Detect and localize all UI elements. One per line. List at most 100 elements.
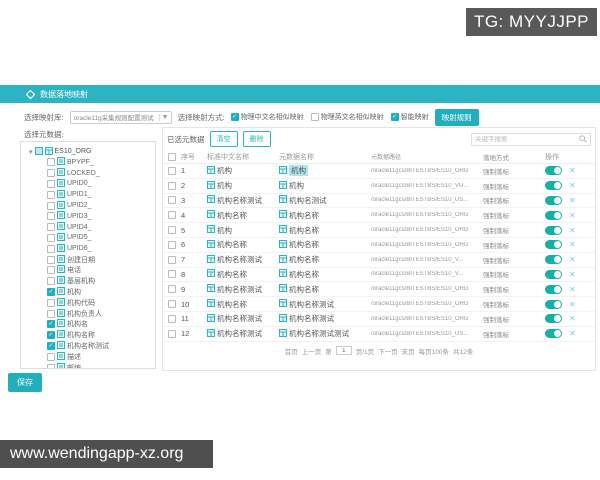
checkbox-icon[interactable] bbox=[47, 179, 55, 188]
checkbox-icon[interactable] bbox=[47, 298, 55, 307]
tree-item[interactable]: UPID2_ bbox=[29, 200, 155, 211]
pagination-last[interactable]: 末页 bbox=[402, 346, 415, 356]
checkbox-icon[interactable] bbox=[47, 212, 55, 221]
checkbox-icon[interactable]: ✓ bbox=[47, 287, 55, 296]
tree-item[interactable]: 描述 bbox=[29, 351, 155, 362]
row-checkbox[interactable] bbox=[163, 270, 181, 279]
checkbox-icon[interactable] bbox=[47, 352, 55, 361]
remove-row-icon[interactable]: ✕ bbox=[569, 211, 576, 220]
remove-row-icon[interactable]: ✕ bbox=[569, 181, 576, 190]
pagination-first[interactable]: 首页 bbox=[285, 346, 298, 356]
tree-item[interactable]: ✓ 机构名称 bbox=[29, 330, 155, 341]
row-checkbox[interactable] bbox=[163, 300, 181, 309]
checkbox-icon[interactable]: ✓ bbox=[47, 320, 55, 329]
toggle-on-switch[interactable] bbox=[545, 225, 562, 235]
checkbox-icon[interactable] bbox=[47, 244, 55, 253]
library-select[interactable]: oracle11g采集规则配置测试 ▼ bbox=[69, 110, 172, 124]
table-row[interactable]: 8 机构名称 机构名称 /oracle11gcs/BITESTBS/ES10_V… bbox=[163, 268, 595, 283]
tree-item[interactable]: 创建日期 bbox=[29, 254, 155, 265]
remove-row-icon[interactable]: ✕ bbox=[569, 300, 576, 309]
tree-item[interactable]: ✓ 机构名称测试 bbox=[29, 340, 155, 352]
tree-item[interactable]: 机构负责人 bbox=[29, 308, 155, 319]
table-row[interactable]: 12 机构名称测试 机构名称测试测试 /oracle11gcs/BITESTBS… bbox=[163, 327, 595, 342]
tree-item[interactable]: 基层机构 bbox=[29, 276, 155, 287]
table-row[interactable]: 7 机构名称测试 机构名称 /oracle11gcs/BITESTBS/ES10… bbox=[163, 253, 595, 268]
remove-row-icon[interactable]: ✕ bbox=[569, 285, 576, 294]
tree-item[interactable]: BPYPF_ bbox=[29, 157, 155, 168]
delete-button[interactable]: 删除 bbox=[242, 131, 271, 147]
remove-row-icon[interactable]: ✕ bbox=[569, 166, 576, 175]
row-checkbox[interactable] bbox=[163, 211, 181, 220]
table-row[interactable]: 11 机构名称测试 机构名称测试 /oracle11gcs/BITESTBS/E… bbox=[163, 312, 595, 327]
table-row[interactable]: 5 机构 机构名称 /oracle11gcs/BITESTBS/ES10_ORG… bbox=[163, 223, 595, 238]
toggle-on-switch[interactable] bbox=[545, 255, 562, 265]
row-checkbox[interactable] bbox=[163, 226, 181, 235]
row-checkbox[interactable] bbox=[163, 240, 181, 249]
checkbox-icon[interactable] bbox=[47, 266, 55, 275]
checkbox-icon[interactable] bbox=[47, 201, 55, 210]
remove-row-icon[interactable]: ✕ bbox=[569, 255, 576, 264]
tree-item[interactable]: UPID4_ bbox=[29, 222, 155, 233]
clear-button[interactable]: 清空 bbox=[209, 131, 238, 147]
checkbox-icon[interactable]: ✓ bbox=[390, 113, 399, 121]
mapping-mode-checkbox[interactable]: 物理英文名相似映射 bbox=[310, 112, 384, 122]
toggle-on-switch[interactable] bbox=[545, 181, 562, 191]
tree-item[interactable]: 机构代码 bbox=[29, 297, 155, 308]
save-button[interactable]: 保存 bbox=[8, 373, 42, 392]
remove-row-icon[interactable]: ✕ bbox=[569, 226, 576, 235]
table-row[interactable]: 6 机构名称 机构名称 /oracle11gcs/BITESTBS/ES10_O… bbox=[163, 238, 595, 253]
checkbox-icon[interactable] bbox=[47, 223, 55, 232]
table-row[interactable]: 4 机构名称 机构名称 /oracle11gcs/BITESTBS/ES10_O… bbox=[163, 208, 595, 224]
remove-row-icon[interactable]: ✕ bbox=[569, 196, 576, 205]
caret-down-icon[interactable]: ▾ bbox=[29, 148, 33, 156]
toggle-on-switch[interactable] bbox=[545, 195, 562, 205]
checkbox-icon[interactable]: ✓ bbox=[230, 113, 239, 121]
row-checkbox[interactable] bbox=[163, 314, 181, 323]
checkbox-icon[interactable] bbox=[47, 190, 55, 199]
toggle-on-switch[interactable] bbox=[545, 240, 562, 250]
table-row[interactable]: 9 机构名称测试 机构名称 /oracle11gcs/BITESTBS/ES10… bbox=[163, 282, 595, 298]
pagination-prev[interactable]: 上一页 bbox=[302, 346, 322, 356]
remove-row-icon[interactable]: ✕ bbox=[569, 270, 576, 279]
checkbox-icon[interactable]: ✓ bbox=[47, 341, 55, 350]
tree-item[interactable]: 电话 bbox=[29, 265, 155, 276]
mapping-mode-checkbox[interactable]: ✓ 物理中文名相似映射 bbox=[230, 112, 304, 122]
tree-item[interactable]: 邮编 bbox=[29, 362, 155, 368]
checkbox-icon[interactable] bbox=[47, 277, 55, 286]
checkbox-icon[interactable] bbox=[47, 363, 55, 368]
mapping-mode-checkbox[interactable]: ✓ 智能映射 bbox=[390, 112, 429, 122]
row-checkbox[interactable] bbox=[163, 285, 181, 294]
row-checkbox[interactable] bbox=[163, 181, 181, 190]
toggle-on-switch[interactable] bbox=[545, 284, 562, 294]
table-row[interactable]: 3 机构名称测试 机构名测试 /oracle11gcs/BITESTBS/ES1… bbox=[163, 194, 595, 209]
table-row[interactable]: 10 机构名称 机构名称测试 /oracle11gcs/BITESTBS/ES1… bbox=[163, 297, 595, 312]
pagination-page-input[interactable] bbox=[335, 346, 352, 356]
toggle-on-switch[interactable] bbox=[545, 166, 562, 176]
checkbox-icon[interactable] bbox=[47, 309, 55, 318]
toggle-on-switch[interactable] bbox=[545, 269, 562, 279]
tree-item[interactable]: UPID5_ bbox=[29, 232, 155, 244]
remove-row-icon[interactable]: ✕ bbox=[569, 240, 576, 249]
search-input[interactable] bbox=[475, 135, 579, 143]
mapping-rules-button[interactable]: 映射规则 bbox=[434, 108, 479, 126]
tree-item[interactable]: UPID3_ bbox=[29, 211, 155, 222]
toggle-on-switch[interactable] bbox=[545, 210, 562, 220]
checkbox-icon[interactable]: ✓ bbox=[47, 331, 55, 340]
tree-item[interactable]: UPID6_ bbox=[29, 243, 155, 254]
toggle-on-switch[interactable] bbox=[545, 329, 562, 339]
search-icon[interactable] bbox=[579, 130, 587, 148]
row-checkbox[interactable] bbox=[163, 255, 181, 264]
tree-item[interactable]: ✓ 机构 bbox=[29, 286, 155, 298]
checkbox-icon[interactable] bbox=[47, 158, 55, 167]
tree-item[interactable]: UPID1_ bbox=[29, 189, 155, 200]
row-checkbox[interactable] bbox=[163, 166, 181, 175]
select-all-checkbox[interactable] bbox=[163, 152, 181, 161]
checkbox-icon[interactable] bbox=[47, 169, 55, 178]
table-row[interactable]: 1 机构 机构 /oracle11gcs/BITESTBS/ES10_ORG 强… bbox=[163, 164, 595, 179]
checkbox-icon[interactable] bbox=[47, 233, 55, 242]
table-row[interactable]: 2 机构 机构 /oracle11gcs/BITESTBS/ES10_VU...… bbox=[163, 179, 595, 194]
tree-item[interactable]: LOCKED_ bbox=[29, 168, 155, 179]
remove-row-icon[interactable]: ✕ bbox=[569, 314, 576, 323]
tree-item[interactable]: ✓ 机构名 bbox=[29, 319, 155, 330]
row-checkbox[interactable] bbox=[163, 196, 181, 205]
